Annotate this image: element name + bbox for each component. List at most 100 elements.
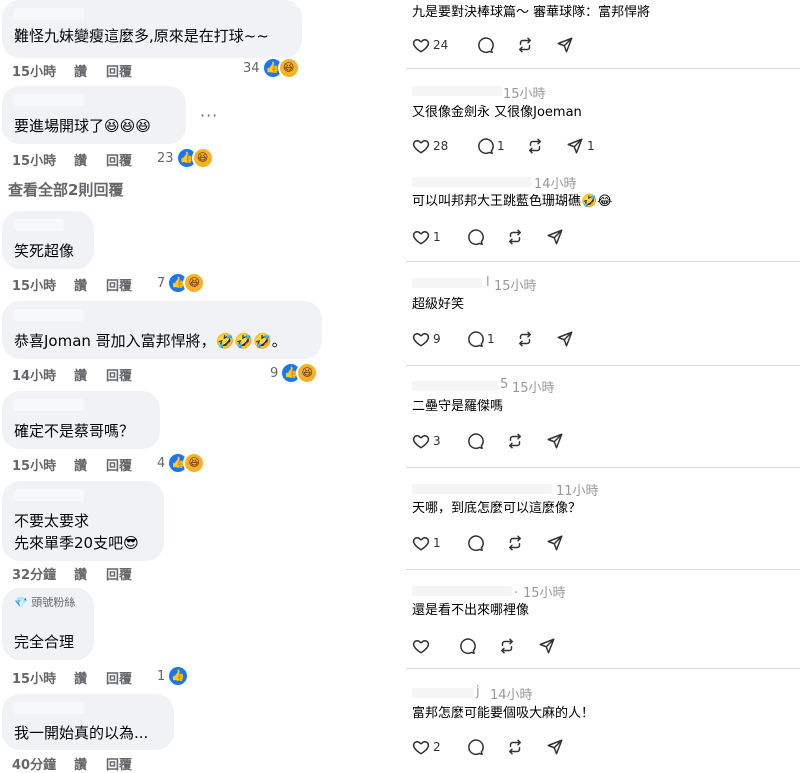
reply-button[interactable]: 回覆 bbox=[106, 455, 146, 474]
like-button[interactable]: 讚 bbox=[74, 275, 106, 294]
comment-meta: 15小時 讚 回覆 bbox=[12, 150, 146, 169]
commenter-name bbox=[14, 309, 84, 321]
share-action[interactable] bbox=[546, 431, 564, 451]
like-button[interactable]: 讚 bbox=[74, 754, 106, 773]
action-bar: 1 bbox=[412, 533, 772, 553]
reply-text: 九是要對決棒球篇～ 審華球隊：富邦悍將 bbox=[412, 5, 651, 20]
like-action[interactable] bbox=[412, 636, 433, 656]
like-action[interactable]: 28 bbox=[412, 136, 448, 156]
comment-bubble: 確定不是蔡哥嗎？ bbox=[2, 391, 160, 449]
share-action[interactable] bbox=[556, 35, 574, 55]
heart-icon bbox=[412, 537, 430, 551]
commenter-name bbox=[14, 219, 64, 231]
comment-time[interactable]: 15小時 bbox=[12, 61, 74, 80]
repost-icon bbox=[509, 229, 521, 245]
repost-action[interactable] bbox=[516, 329, 534, 349]
reply-button[interactable]: 回覆 bbox=[106, 754, 146, 773]
like-action[interactable]: 1 bbox=[412, 533, 441, 553]
more-options-icon[interactable]: ··· bbox=[200, 106, 218, 125]
share-action[interactable] bbox=[546, 737, 564, 757]
reply-button[interactable]: 回覆 bbox=[106, 564, 146, 583]
heart-icon bbox=[412, 140, 430, 154]
reply-divider bbox=[406, 365, 800, 366]
reaction-summary[interactable]: 34 👍 😆 bbox=[243, 57, 300, 79]
reply-time-prefix: . bbox=[514, 582, 519, 597]
comment-action[interactable] bbox=[476, 35, 497, 55]
comment-action[interactable] bbox=[466, 227, 484, 247]
like-action[interactable]: 24 bbox=[412, 35, 448, 55]
comment-bubble: 恭喜Joman 哥加入富邦悍將，🤣🤣🤣。 bbox=[2, 301, 322, 359]
repost-action[interactable] bbox=[506, 227, 524, 247]
like-button[interactable]: 讚 bbox=[74, 365, 106, 384]
repost-action[interactable] bbox=[506, 431, 524, 451]
share-action[interactable] bbox=[556, 329, 574, 349]
comment-action[interactable] bbox=[466, 737, 484, 757]
reaction-summary[interactable]: 7 👍 😆 bbox=[157, 272, 206, 294]
reply-divider bbox=[406, 569, 800, 570]
comment-time[interactable]: 40分鐘 bbox=[12, 754, 74, 773]
comment-meta: 15小時 讚 回覆 bbox=[12, 668, 146, 687]
comment-meta: 15小時 讚 回覆 bbox=[12, 455, 146, 474]
like-count: 24 bbox=[433, 38, 449, 52]
comment-action[interactable] bbox=[466, 533, 484, 553]
comment-bubble-icon bbox=[468, 739, 484, 756]
comment-action[interactable]: 1 bbox=[466, 329, 495, 349]
reply-time: 14小時 bbox=[534, 177, 577, 192]
like-button[interactable]: 讚 bbox=[74, 564, 106, 583]
comment-time[interactable]: 32分鐘 bbox=[12, 564, 74, 583]
like-button[interactable]: 讚 bbox=[74, 61, 106, 80]
repost-action[interactable] bbox=[498, 636, 516, 656]
comment-action[interactable]: 1 bbox=[476, 136, 505, 156]
reply-time: 14小時 bbox=[490, 688, 533, 703]
reaction-summary[interactable]: 1 👍 bbox=[157, 665, 190, 687]
like-count: 2 bbox=[433, 740, 441, 754]
heart-icon bbox=[412, 640, 430, 654]
comment-time[interactable]: 15小時 bbox=[12, 150, 74, 169]
reply-button[interactable]: 回覆 bbox=[106, 365, 146, 384]
repost-action[interactable] bbox=[506, 737, 524, 757]
see-all-replies-link[interactable]: 查看全部2則回覆 bbox=[8, 179, 123, 200]
reply-button[interactable]: 回覆 bbox=[106, 150, 146, 169]
reaction-summary[interactable]: 9 👍 😆 bbox=[270, 362, 319, 384]
reply-button[interactable]: 回覆 bbox=[106, 668, 146, 687]
like-count: 9 bbox=[433, 332, 441, 346]
share-action[interactable]: 1 bbox=[566, 136, 595, 156]
username bbox=[412, 484, 552, 494]
like-action[interactable]: 1 bbox=[412, 227, 441, 247]
repost-action[interactable] bbox=[516, 35, 534, 55]
share-action[interactable] bbox=[546, 227, 564, 247]
comment-time[interactable]: 14小時 bbox=[12, 365, 74, 384]
reply-button[interactable]: 回覆 bbox=[106, 61, 146, 80]
comment-time[interactable]: 15小時 bbox=[12, 668, 74, 687]
send-icon bbox=[557, 37, 573, 53]
reaction-count: 9 bbox=[270, 365, 279, 381]
commenter-name bbox=[14, 489, 84, 501]
haha-emoji-icon: 😆 bbox=[277, 57, 300, 79]
commenter-name bbox=[14, 702, 84, 714]
like-count: 28 bbox=[433, 139, 449, 153]
reaction-summary[interactable]: 23 👍 😆 bbox=[157, 147, 214, 169]
repost-action[interactable] bbox=[526, 136, 544, 156]
reply-button[interactable]: 回覆 bbox=[106, 275, 146, 294]
like-button[interactable]: 讚 bbox=[74, 455, 106, 474]
like-button[interactable]: 讚 bbox=[74, 668, 106, 687]
reply-text: 可以叫邦邦大王跳藍色珊瑚礁🤣😂 bbox=[412, 194, 613, 209]
comment-time[interactable]: 15小時 bbox=[12, 275, 74, 294]
share-action[interactable] bbox=[538, 636, 556, 656]
repost-action[interactable] bbox=[506, 533, 524, 553]
comment-action[interactable] bbox=[466, 431, 484, 451]
like-action[interactable]: 9 bbox=[412, 329, 441, 349]
commenter-name bbox=[14, 94, 84, 106]
like-action[interactable]: 2 bbox=[412, 737, 441, 757]
comment-text: 要進場開球了😆😆😆 bbox=[14, 117, 151, 135]
action-bar: 9 1 bbox=[412, 329, 772, 349]
send-icon bbox=[539, 638, 555, 654]
username bbox=[412, 586, 512, 596]
comment-text: 笑死超像 bbox=[14, 242, 75, 260]
comment-time[interactable]: 15小時 bbox=[12, 455, 74, 474]
share-action[interactable] bbox=[546, 533, 564, 553]
like-button[interactable]: 讚 bbox=[74, 150, 106, 169]
comment-action[interactable] bbox=[458, 636, 476, 656]
reaction-summary[interactable]: 4 👍 😆 bbox=[157, 452, 206, 474]
like-action[interactable]: 3 bbox=[412, 431, 441, 451]
